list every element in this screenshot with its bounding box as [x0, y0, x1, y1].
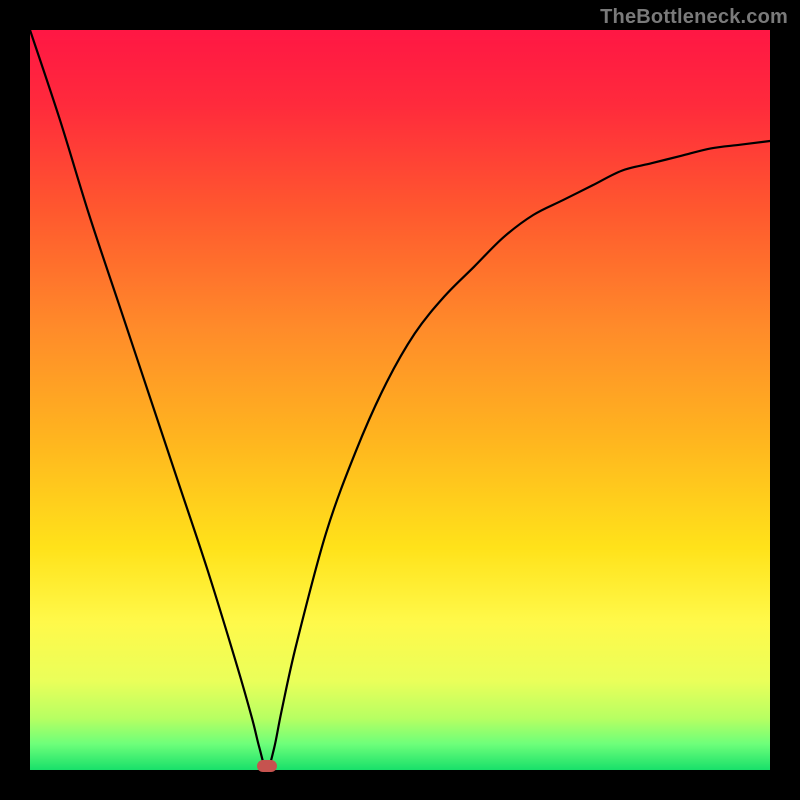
chart-svg: [30, 30, 770, 770]
minimum-marker: [257, 760, 277, 772]
watermark-text: TheBottleneck.com: [600, 6, 788, 29]
chart-frame: TheBottleneck.com: [0, 0, 800, 800]
gradient-background: [30, 30, 770, 770]
plot-area: [30, 30, 770, 770]
